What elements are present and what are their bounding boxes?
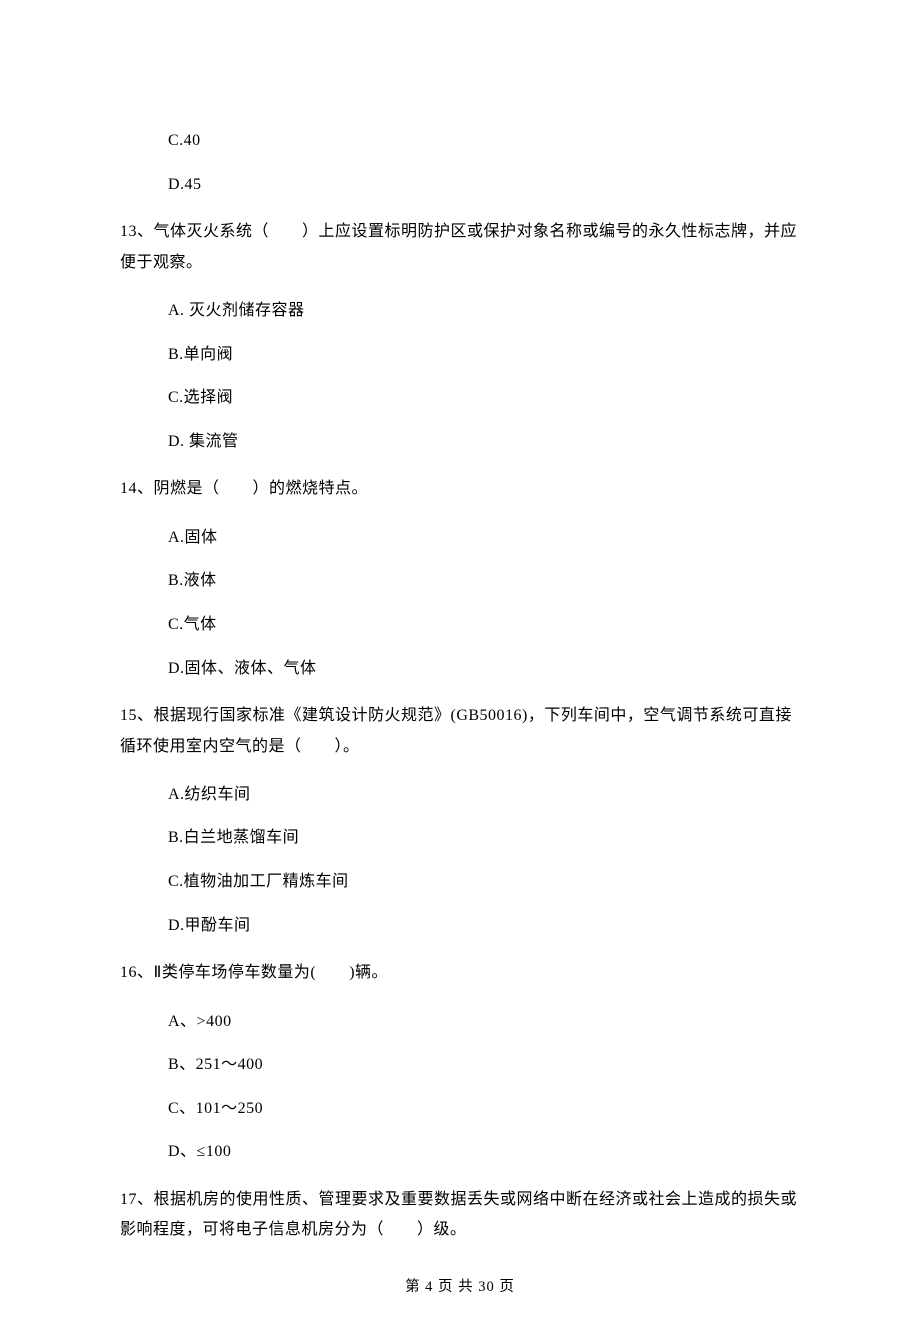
q14-option-b: B.液体 <box>120 568 800 594</box>
q16-option-c: C、101～250 <box>120 1096 800 1122</box>
q16-option-d: D、≤100 <box>120 1139 800 1165</box>
q16-option-a: A、>400 <box>120 1009 800 1035</box>
page-footer: 第 4 页 共 30 页 <box>120 1276 800 1299</box>
question-13: 13、气体灭火系统（ ）上应设置标明防护区或保护对象名称或编号的永久性标志牌，并… <box>120 217 800 278</box>
q15-option-a: A.纺织车间 <box>120 782 800 808</box>
q14-option-d: D.固体、液体、气体 <box>120 656 800 682</box>
q13-option-a: A. 灭火剂储存容器 <box>120 298 800 324</box>
q14-option-c: C.气体 <box>120 612 800 638</box>
question-14: 14、阴燃是（ ）的燃烧特点。 <box>120 474 800 504</box>
q14-option-a: A.固体 <box>120 525 800 551</box>
question-17: 17、根据机房的使用性质、管理要求及重要数据丢失或网络中断在经济或社会上造成的损… <box>120 1185 800 1246</box>
document-page: C.40 D.45 13、气体灭火系统（ ）上应设置标明防护区或保护对象名称或编… <box>0 0 920 1339</box>
q13-option-b: B.单向阀 <box>120 342 800 368</box>
question-15: 15、根据现行国家标准《建筑设计防火规范》(GB50016)，下列车间中，空气调… <box>120 701 800 762</box>
option-c: C.40 <box>120 128 800 154</box>
option-d: D.45 <box>120 172 800 198</box>
q15-option-c: C.植物油加工厂精炼车间 <box>120 869 800 895</box>
q15-option-d: D.甲酚车间 <box>120 913 800 939</box>
q13-option-d: D. 集流管 <box>120 429 800 455</box>
question-16: 16、Ⅱ类停车场停车数量为( )辆。 <box>120 958 800 988</box>
q15-option-b: B.白兰地蒸馏车间 <box>120 825 800 851</box>
q16-option-b: B、251～400 <box>120 1052 800 1078</box>
q13-option-c: C.选择阀 <box>120 385 800 411</box>
